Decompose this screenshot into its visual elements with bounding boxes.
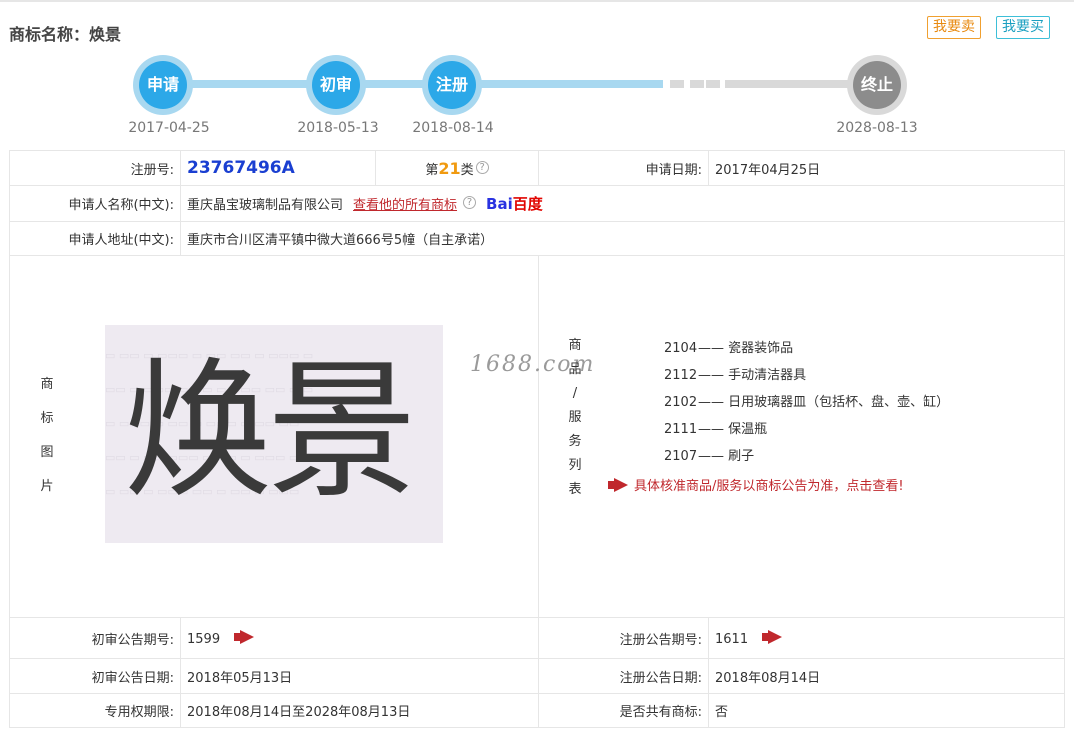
service-vertical-label: 商 品 / 服 务 列 表: [566, 334, 584, 502]
service-code: 2112: [664, 368, 698, 383]
class-cell: 第21类?: [375, 150, 539, 186]
class-suffix: 类: [460, 162, 474, 178]
prelim-no-label: 初审公告期号:: [9, 617, 181, 659]
timeline-gap-dash: [706, 80, 720, 88]
label-char: 列: [568, 458, 582, 473]
list-item: 2112—— 手动清洁器具: [664, 367, 949, 394]
status-timeline: 申请 2017-04-25 初审 2018-05-13 注册 2018-08-1…: [0, 52, 1074, 142]
help-icon[interactable]: ?: [475, 160, 489, 174]
list-item: 2104—— 瓷器装饰品: [664, 340, 949, 367]
megaphone-icon: [608, 478, 630, 492]
timeline-gap-dash: [690, 80, 704, 88]
prelim-no-cell: 1599: [180, 617, 539, 659]
reg-no: 23767496A: [187, 158, 295, 178]
service-note-link[interactable]: 具体核准商品/服务以商标公告为准，点击查看!: [608, 475, 904, 494]
label-char: 表: [568, 482, 582, 497]
apply-date-value: 2017年04月25日: [708, 150, 1065, 186]
announcement-icon[interactable]: [234, 629, 256, 644]
list-item: 2102—— 日用玻璃器皿（包括杯、盘、壶、缸）: [664, 394, 949, 421]
timeline-node-label: 注册: [428, 61, 476, 109]
address-label: 申请人地址(中文):: [9, 221, 181, 256]
reg-no-value: 23767496A: [180, 150, 376, 186]
service-name: —— 刷子: [698, 449, 755, 464]
service-name: —— 瓷器装饰品: [698, 341, 794, 356]
view-all-trademarks-link[interactable]: 查看他的所有商标: [353, 198, 457, 213]
service-code: 2102: [664, 395, 698, 410]
label-char: 品: [568, 362, 582, 377]
announcement-icon[interactable]: [762, 629, 784, 644]
applicant-cell: 重庆晶宝玻璃制品有限公司 查看他的所有商标? Bai百度: [180, 185, 1065, 222]
reg-pub-date-value: 2018年08月14日: [708, 658, 1065, 694]
label-char: 务: [568, 434, 582, 449]
service-list: 2104—— 瓷器装饰品 2112—— 手动清洁器具 2102—— 日用玻璃器皿…: [664, 340, 949, 475]
table-row: 申请人地址(中文): 重庆市合川区清平镇中微大道666号5幢（自主承诺）: [9, 221, 1065, 256]
buy-button[interactable]: 我要买: [996, 16, 1050, 39]
sell-button[interactable]: 我要卖: [927, 16, 981, 39]
trademark-mark-text: 焕景: [123, 345, 417, 519]
top-divider: [0, 0, 1074, 2]
help-icon[interactable]: ?: [463, 196, 477, 209]
timeline-date-expire: 2028-08-13: [836, 120, 918, 136]
table-row: 初审公告日期: 2018年05月13日 注册公告日期: 2018年08月14日: [9, 658, 1065, 694]
timeline-node-expire: 终止: [847, 55, 907, 115]
service-code: 2107: [664, 449, 698, 464]
timeline-node-register: 注册: [422, 55, 482, 115]
exclusive-period-value: 2018年08月14日至2028年08月13日: [180, 693, 539, 728]
table-row: 注册号: 23767496A 第21类? 申请日期: 2017年04月25日: [9, 150, 1065, 186]
applicant-name: 重庆晶宝玻璃制品有限公司: [187, 198, 344, 213]
timeline-node-apply: 申请: [133, 55, 193, 115]
service-name: —— 手动清洁器具: [698, 368, 807, 383]
timeline-node-label: 初审: [312, 61, 360, 109]
baidu-logo-cn: 百度: [512, 195, 543, 213]
list-item: 2111—— 保温瓶: [664, 421, 949, 448]
page-title: 商标名称：焕景: [9, 25, 122, 44]
class-prefix: 第: [425, 162, 439, 178]
timeline-node-label: 终止: [853, 61, 901, 109]
table-row: 申请人名称(中文): 重庆晶宝玻璃制品有限公司 查看他的所有商标? Bai百度: [9, 185, 1065, 222]
apply-date-label: 申请日期:: [538, 150, 709, 186]
label-char: 片: [40, 479, 54, 494]
reg-pub-date-label: 注册公告日期:: [538, 658, 709, 694]
timeline-gap-dash: [670, 80, 684, 88]
prelim-no-value: 1599: [187, 631, 221, 647]
exclusive-period-label: 专用权期限:: [9, 693, 181, 728]
service-code: 2111: [664, 422, 698, 437]
label-char: /: [572, 386, 578, 401]
timeline-progress-bar: [165, 80, 663, 88]
table-row: 初审公告期号: 1599 注册公告期号: 1611: [9, 617, 1065, 659]
shared-value: 否: [708, 693, 1065, 728]
timeline-node-prelim: 初审: [306, 55, 366, 115]
label-char: 服: [568, 410, 582, 425]
trademark-image[interactable]: ▭ ▭▭ ▭ ▭▭▭ ▭ ▭▭ ▭▭ ▭ ▭▭▭ ▭ ▭▭ ▭ ▭▭▭ ▭ ▭▭…: [105, 325, 443, 543]
baidu-logo-text: Bai: [486, 195, 513, 213]
list-item: 2107—— 刷子: [664, 448, 949, 475]
service-note-text: 具体核准商品/服务以商标公告为准，点击查看!: [634, 479, 904, 494]
service-name: —— 保温瓶: [698, 422, 768, 437]
timeline-date-register: 2018-08-14: [412, 120, 494, 136]
timeline-node-label: 申请: [139, 61, 187, 109]
baidu-search-link[interactable]: Bai百度: [486, 195, 543, 213]
timeline-date-apply: 2017-04-25: [128, 120, 210, 136]
label-char: 商: [40, 377, 54, 392]
prelim-date-label: 初审公告日期:: [9, 658, 181, 694]
timeline-date-prelim: 2018-05-13: [297, 120, 379, 136]
shared-label: 是否共有商标:: [538, 693, 709, 728]
reg-pub-no-cell: 1611: [708, 617, 1065, 659]
reg-no-label: 注册号:: [9, 150, 181, 186]
applicant-label: 申请人名称(中文):: [9, 185, 181, 222]
prelim-date-value: 2018年05月13日: [180, 658, 539, 694]
label-char: 商: [568, 338, 582, 353]
table-row: 专用权期限: 2018年08月14日至2028年08月13日 是否共有商标: 否: [9, 693, 1065, 728]
reg-pub-no-label: 注册公告期号:: [538, 617, 709, 659]
label-char: 图: [40, 445, 54, 460]
reg-pub-no-value: 1611: [715, 631, 749, 647]
image-vertical-label: 商 标 图 片: [32, 368, 62, 504]
class-number: 21: [438, 158, 461, 178]
label-char: 标: [40, 411, 54, 426]
service-code: 2104: [664, 341, 698, 356]
service-name: —— 日用玻璃器皿（包括杯、盘、壶、缸）: [698, 395, 950, 410]
address-value: 重庆市合川区清平镇中微大道666号5幢（自主承诺）: [180, 221, 1065, 256]
